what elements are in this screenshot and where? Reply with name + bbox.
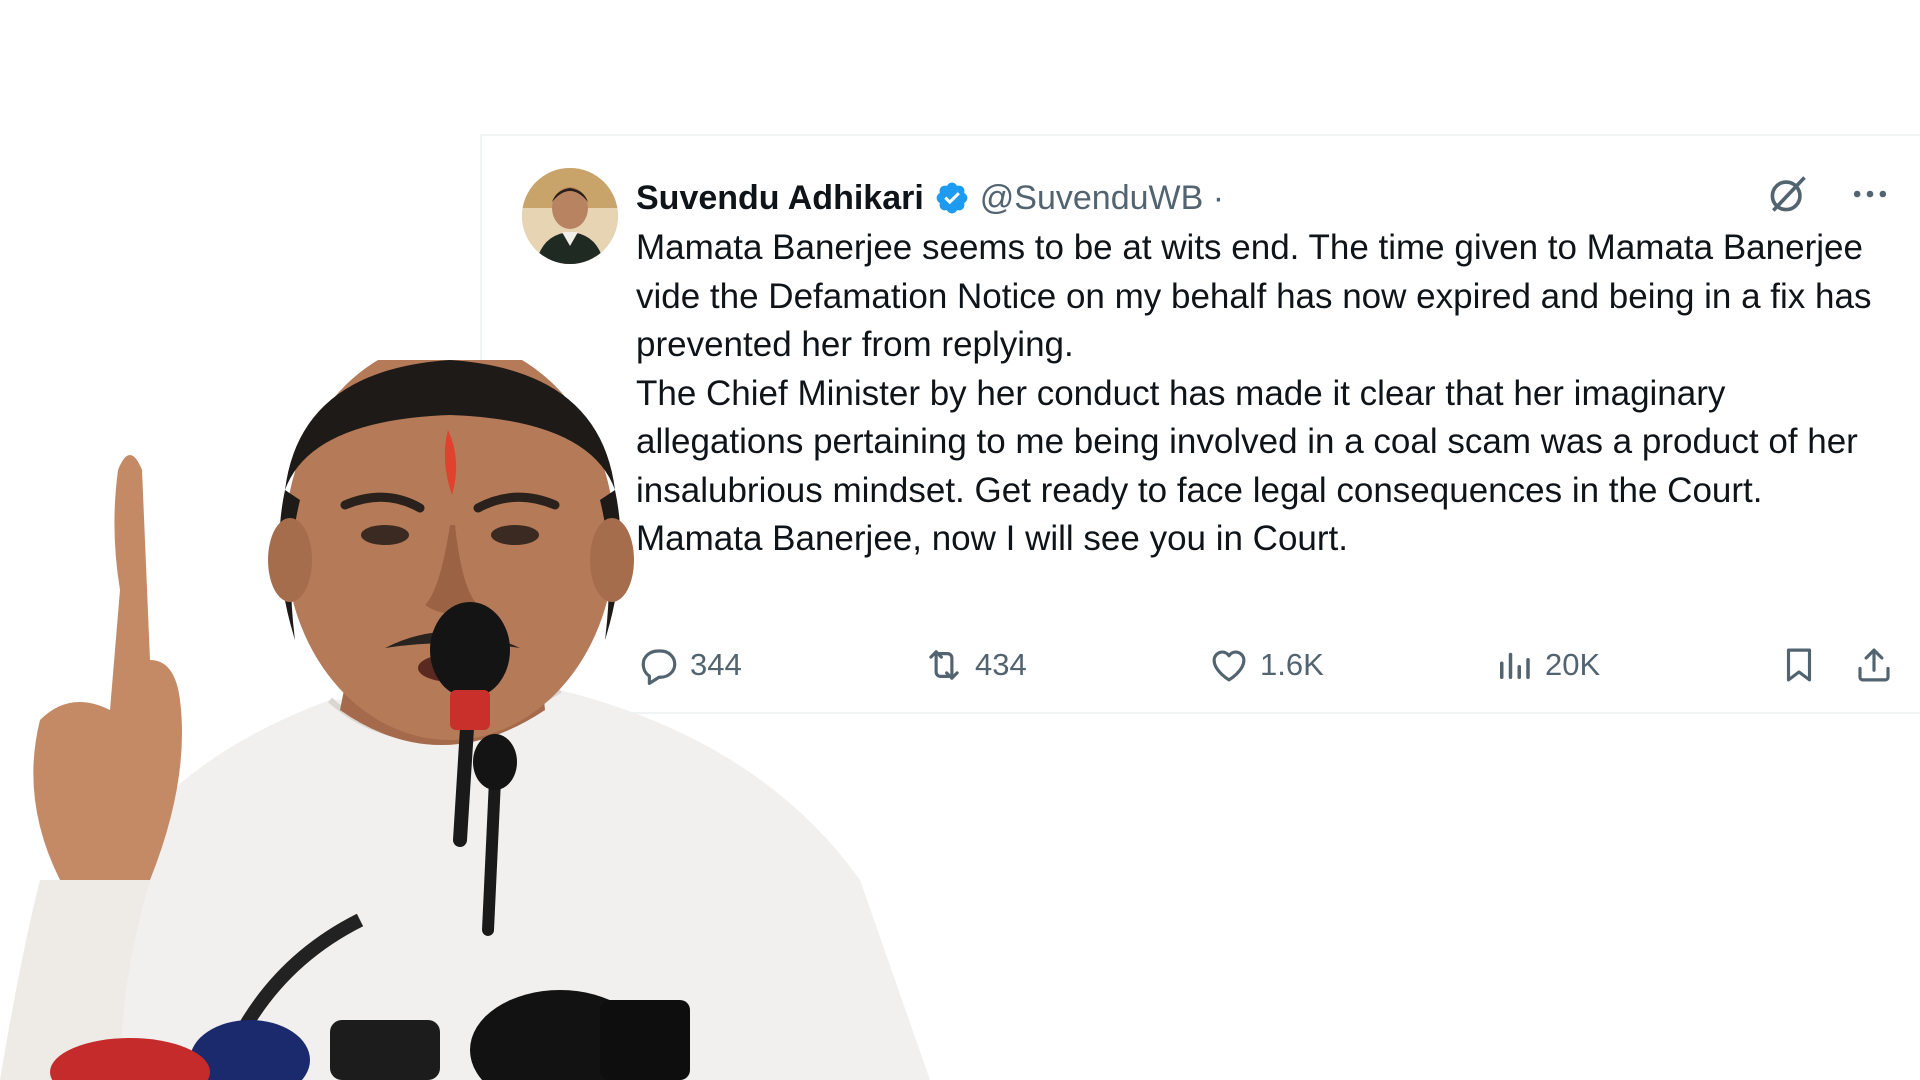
views-button[interactable]: 20K [1493, 644, 1600, 686]
more-dots-icon[interactable] [1848, 172, 1892, 216]
tweet-paragraph: Mamata Banerjee seems to be at wits end.… [636, 228, 1872, 364]
views-count: 20K [1545, 647, 1601, 682]
header-actions [1766, 172, 1892, 216]
like-button[interactable]: 1.6K [1208, 644, 1324, 686]
repost-count: 434 [975, 647, 1027, 682]
avatar-portrait-icon [522, 168, 618, 264]
avatar[interactable] [522, 168, 618, 264]
tweet-header: Suvendu Adhikari @SuvenduWB · [636, 174, 1224, 222]
bookmark-icon [1778, 644, 1820, 686]
author-name[interactable]: Suvendu Adhikari [636, 179, 924, 218]
author-handle[interactable]: @SuvenduWB · [980, 179, 1224, 218]
verified-badge-icon [934, 180, 970, 216]
composite-image: Suvendu Adhikari @SuvenduWB · Mamata Ban… [0, 0, 1920, 1080]
speaker-illustration-icon [0, 340, 930, 1080]
share-button[interactable] [1853, 644, 1895, 686]
heart-icon [1208, 644, 1250, 686]
bookmark-button[interactable] [1778, 644, 1820, 686]
speaker-photo [0, 340, 970, 1080]
grok-icon[interactable] [1766, 172, 1810, 216]
share-icon [1853, 644, 1895, 686]
like-count: 1.6K [1260, 647, 1324, 682]
views-bar-icon [1493, 644, 1535, 686]
